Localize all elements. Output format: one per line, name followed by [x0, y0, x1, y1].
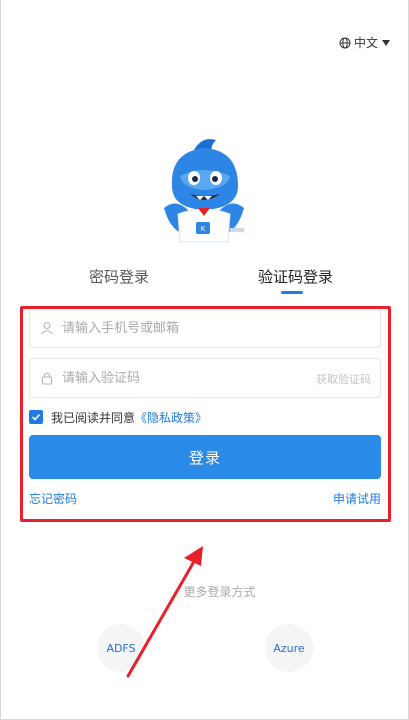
more-login-title: 更多登录方式 — [0, 583, 409, 600]
sso-adfs-button[interactable]: ADFS — [97, 624, 145, 672]
language-selector[interactable]: 中文 — [339, 34, 391, 51]
globe-icon — [339, 37, 351, 48]
active-tab-indicator — [281, 291, 303, 294]
shark-mascot-logo: K — [164, 139, 244, 243]
svg-text:K: K — [201, 225, 206, 233]
sso-adfs-label: ADFS — [106, 641, 136, 655]
annotation-highlight-box — [20, 306, 391, 522]
tab-password-login[interactable]: 密码登录 — [89, 266, 149, 287]
sso-azure-label: Azure — [273, 641, 305, 655]
language-label: 中文 — [353, 36, 378, 50]
more-login-label: 更多登录方式 — [183, 585, 256, 599]
caret-down-icon — [382, 39, 390, 46]
tab-code-login[interactable]: 验证码登录 — [258, 266, 333, 287]
sso-azure-button[interactable]: Azure — [265, 624, 313, 672]
login-tabs: 密码登录 验证码登录 — [0, 266, 409, 296]
